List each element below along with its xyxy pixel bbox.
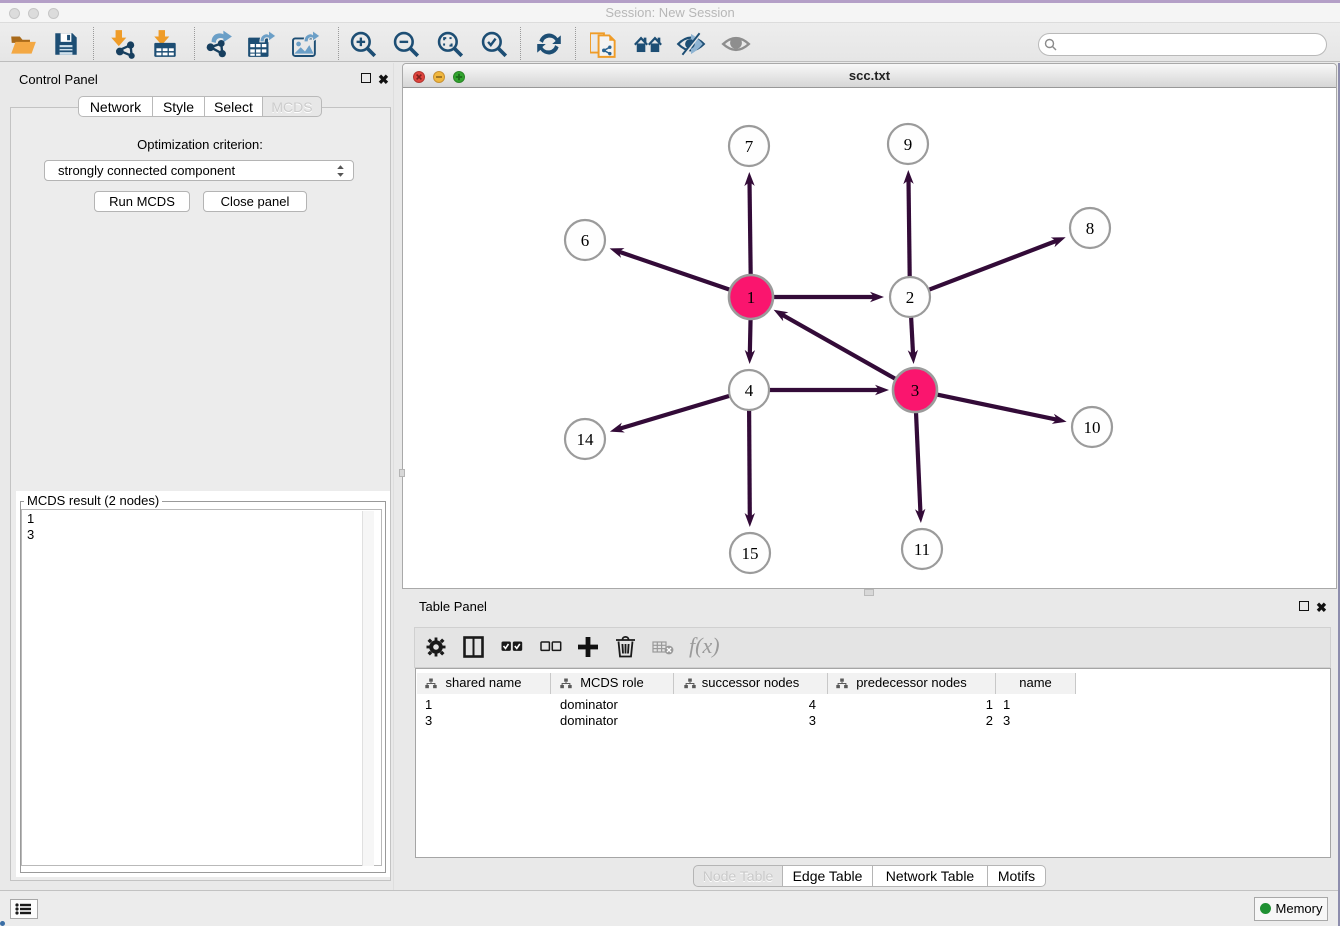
svg-text:7: 7 [745,137,754,156]
svg-text:10: 10 [1084,418,1101,437]
svg-text:11: 11 [914,540,930,559]
svg-text:2: 2 [906,288,915,307]
svg-text:1: 1 [747,288,756,307]
svg-text:4: 4 [745,381,754,400]
svg-text:9: 9 [904,135,913,154]
svg-text:14: 14 [577,430,595,449]
svg-text:15: 15 [742,544,759,563]
svg-text:6: 6 [581,231,590,250]
svg-text:3: 3 [911,381,920,400]
svg-text:8: 8 [1086,219,1095,238]
